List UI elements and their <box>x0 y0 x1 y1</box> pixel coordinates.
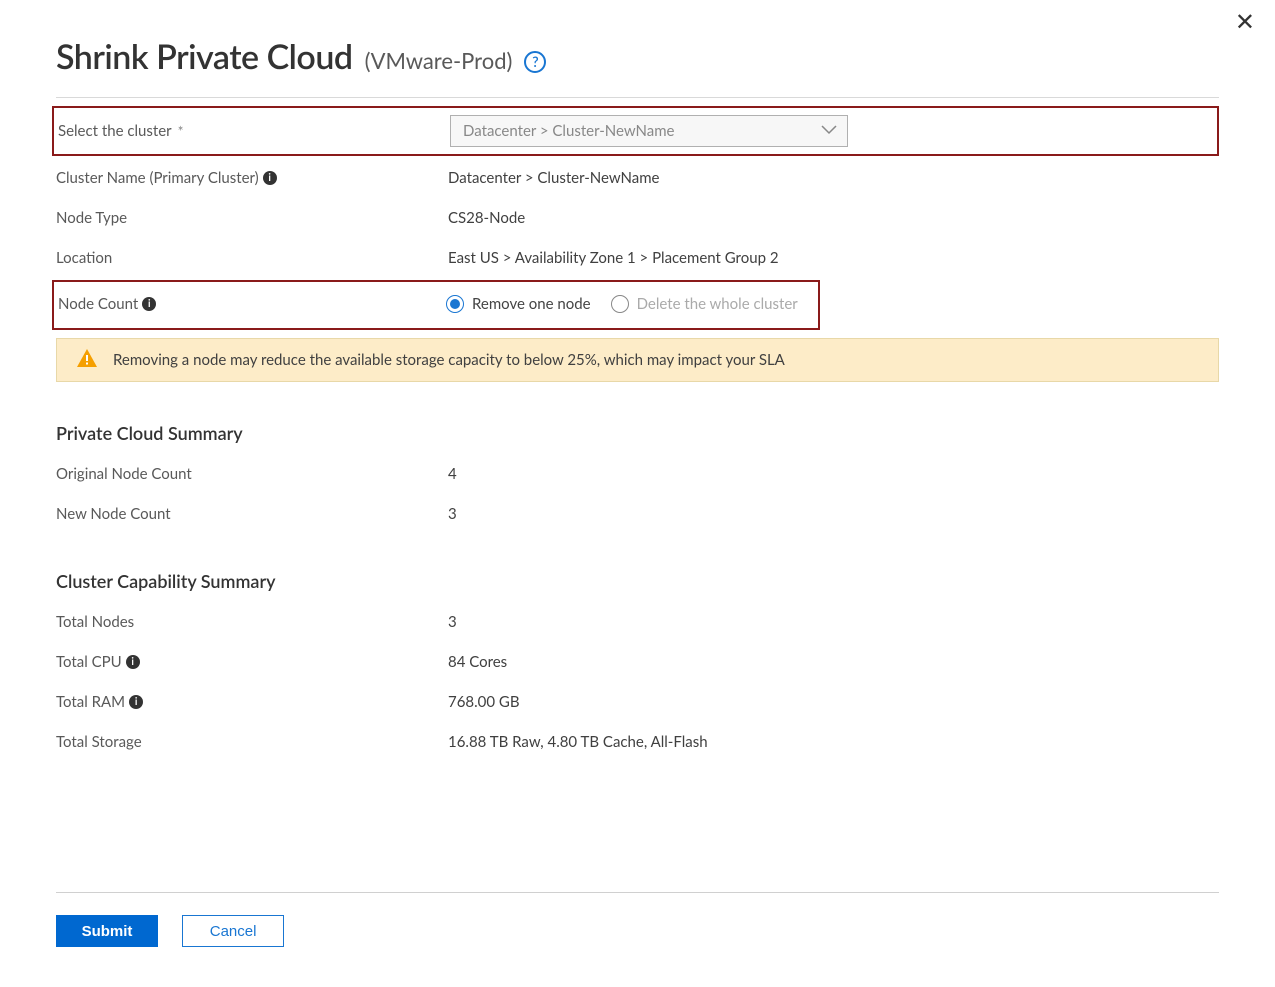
info-icon[interactable]: i <box>263 171 277 185</box>
node-type-value: CS28-Node <box>448 209 525 227</box>
node-count-label: Node Count i <box>58 295 446 313</box>
total-cpu-value: 84 Cores <box>448 653 507 671</box>
warning-icon <box>77 349 97 371</box>
info-icon[interactable]: i <box>142 297 156 311</box>
close-icon[interactable]: ✕ <box>1235 10 1255 34</box>
total-cpu-label: Total CPU i <box>56 653 448 671</box>
warning-text: Removing a node may reduce the available… <box>113 351 785 369</box>
radio-delete-cluster[interactable] <box>611 295 629 313</box>
cluster-select-value: Datacenter > Cluster-NewName <box>463 122 674 140</box>
cluster-select[interactable]: Datacenter > Cluster-NewName <box>450 115 848 147</box>
page-subtitle: (VMware-Prod) <box>365 47 513 74</box>
original-node-count-value: 4 <box>448 465 457 483</box>
private-cloud-summary-section: Private Cloud Summary Original Node Coun… <box>56 422 1219 534</box>
select-cluster-highlight: Select the cluster* Datacenter > Cluster… <box>52 106 1219 156</box>
total-storage-label: Total Storage <box>56 733 448 751</box>
page-header: Shrink Private Cloud (VMware-Prod) ? <box>56 36 1219 77</box>
total-storage-value: 16.88 TB Raw, 4.80 TB Cache, All-Flash <box>448 733 708 751</box>
location-value: East US > Availability Zone 1 > Placemen… <box>448 249 779 267</box>
radio-remove-one-node[interactable] <box>446 295 464 313</box>
footer-divider <box>56 892 1219 893</box>
cluster-capability-title: Cluster Capability Summary <box>56 570 1219 592</box>
location-label: Location <box>56 249 448 267</box>
radio-delete-label: Delete the whole cluster <box>637 295 798 313</box>
cluster-capability-summary-section: Cluster Capability Summary Total Nodes 3… <box>56 570 1219 762</box>
private-cloud-summary-title: Private Cloud Summary <box>56 422 1219 444</box>
new-node-count-label: New Node Count <box>56 505 448 523</box>
total-nodes-value: 3 <box>448 613 457 631</box>
node-type-label: Node Type <box>56 209 448 227</box>
info-icon[interactable]: i <box>129 695 143 709</box>
total-ram-value: 768.00 GB <box>448 693 520 711</box>
total-nodes-label: Total Nodes <box>56 613 448 631</box>
cluster-name-label: Cluster Name (Primary Cluster) i <box>56 169 448 187</box>
cluster-name-value: Datacenter > Cluster-NewName <box>448 169 659 187</box>
footer: Submit Cancel <box>56 892 1219 947</box>
new-node-count-value: 3 <box>448 505 457 523</box>
cancel-button[interactable]: Cancel <box>182 915 284 947</box>
original-node-count-label: Original Node Count <box>56 465 448 483</box>
info-icon[interactable]: i <box>126 655 140 669</box>
node-count-highlight: Node Count i Remove one node Delete the … <box>52 280 820 330</box>
chevron-down-icon <box>821 125 837 135</box>
submit-button[interactable]: Submit <box>56 915 158 947</box>
page-title: Shrink Private Cloud <box>56 36 353 77</box>
radio-remove-label: Remove one node <box>472 295 591 313</box>
warning-banner: Removing a node may reduce the available… <box>56 338 1219 382</box>
total-ram-label: Total RAM i <box>56 693 448 711</box>
divider <box>56 97 1219 98</box>
help-icon[interactable]: ? <box>524 51 546 73</box>
select-cluster-label: Select the cluster* <box>58 122 450 140</box>
